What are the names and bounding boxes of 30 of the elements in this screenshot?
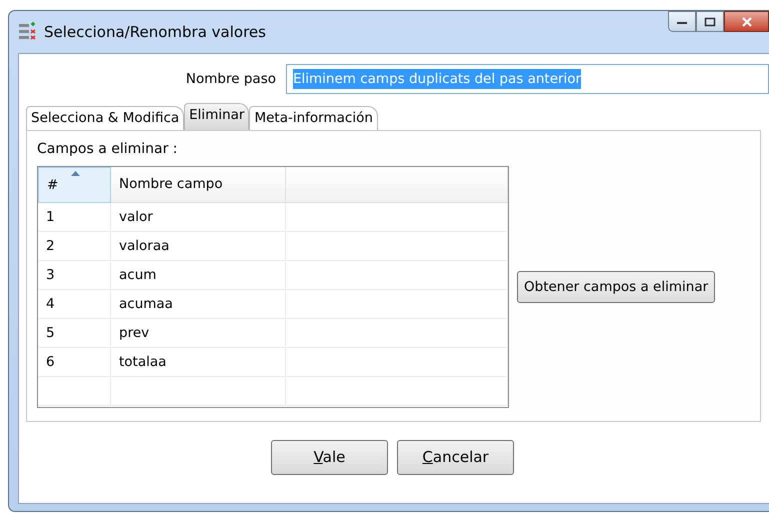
table-cell: 3 bbox=[38, 261, 111, 290]
table-cell: prev bbox=[111, 319, 286, 348]
close-button[interactable] bbox=[724, 11, 769, 32]
column-header[interactable]: Nombre campo bbox=[111, 167, 286, 203]
table-cell: 6 bbox=[38, 348, 111, 377]
table-cell: acum bbox=[111, 261, 286, 290]
fields-label: Campos a eliminar : bbox=[37, 140, 179, 159]
cancel-button[interactable]: Cancelar bbox=[397, 440, 514, 475]
tab[interactable]: Selecciona & Modifica bbox=[26, 106, 184, 130]
maximize-button[interactable] bbox=[696, 11, 724, 32]
tab[interactable]: Meta-información bbox=[249, 106, 378, 130]
sort-arrow-icon bbox=[71, 171, 80, 176]
get-fields-button[interactable]: Obtener campos a eliminar bbox=[517, 270, 716, 304]
close-icon bbox=[740, 16, 752, 26]
maximize-icon bbox=[704, 16, 716, 26]
step-name-label: Nombre paso bbox=[184, 70, 276, 89]
table-cell: 2 bbox=[38, 232, 111, 261]
table-cell: valoraa bbox=[111, 232, 286, 261]
table-cell: 5 bbox=[38, 319, 111, 348]
app-icon bbox=[18, 22, 36, 42]
tab[interactable]: Eliminar bbox=[184, 103, 250, 130]
table-cell: 4 bbox=[38, 290, 111, 319]
minimize-button[interactable] bbox=[668, 11, 696, 32]
table-cell: valor bbox=[111, 203, 286, 232]
table-cell: acumaa bbox=[111, 290, 286, 319]
ok-button[interactable]: Vale bbox=[271, 440, 388, 475]
table-cell: 1 bbox=[38, 203, 111, 232]
table-cell: totalaa bbox=[111, 348, 286, 377]
window-title: Selecciona/Renombra valores bbox=[44, 22, 266, 43]
column-header[interactable]: # bbox=[38, 167, 111, 203]
